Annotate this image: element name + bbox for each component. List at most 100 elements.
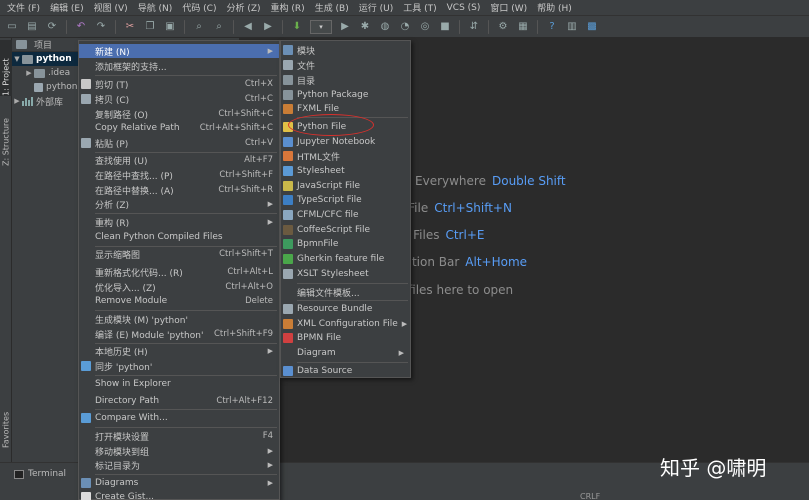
paste-icon[interactable]: ▣ <box>162 19 178 35</box>
new-submenu-item[interactable]: Stylesheet <box>281 164 410 178</box>
context-menu-item[interactable]: 本地历史 (H) ▶ <box>79 344 279 358</box>
replace-icon[interactable]: ⌕ <box>211 19 227 35</box>
collapse-arrow-icon[interactable]: ▶ <box>12 97 22 105</box>
new-submenu-item[interactable]: Gherkin feature file <box>281 252 410 266</box>
menu-item[interactable]: 导航 (N) <box>133 1 178 14</box>
new-submenu-item[interactable]: XML Configuration File ▶ <box>281 317 410 331</box>
menu-item[interactable]: 视图 (V) <box>89 1 133 14</box>
new-submenu-item[interactable]: Python Package <box>281 88 410 102</box>
menu-item[interactable]: VCS (S) <box>442 3 486 13</box>
debug-icon[interactable]: ✱ <box>357 19 373 35</box>
menu-item[interactable]: 文件 (F) <box>2 1 45 14</box>
context-menu-item[interactable]: 拷贝 (C) Ctrl+C <box>79 92 279 106</box>
help-icon[interactable]: ? <box>544 19 560 35</box>
menu-item[interactable]: 工具 (T) <box>398 1 441 14</box>
context-menu-item[interactable]: 查找使用 (U) Alt+F7 <box>79 153 279 167</box>
collapse-arrow-icon[interactable]: ▶ <box>24 69 34 77</box>
save-icon[interactable]: ▤ <box>24 19 40 35</box>
cut-icon[interactable]: ✂ <box>122 19 138 35</box>
sdk-icon[interactable]: ▥ <box>564 19 580 35</box>
new-submenu-item[interactable]: 文件 <box>281 58 410 72</box>
new-submenu-item[interactable]: BpmnFile <box>281 237 410 251</box>
new-submenu-item[interactable]: JavaScript File <box>281 179 410 193</box>
context-menu-item[interactable]: 编译 (E) Module 'python' Ctrl+Shift+F9 <box>79 327 279 341</box>
context-menu-item[interactable]: 添加框架的支持... <box>79 59 279 73</box>
concurrency-icon[interactable]: ◎ <box>417 19 433 35</box>
tab-structure[interactable]: Z: Structure <box>0 104 12 166</box>
new-submenu-item[interactable]: 目录 <box>281 73 410 87</box>
context-menu-item[interactable]: 同步 'python' <box>79 359 279 373</box>
project-structure-icon[interactable]: ▦ <box>515 19 531 35</box>
open-icon[interactable]: ▭ <box>4 19 20 35</box>
context-menu-item[interactable]: 打开模块设置 F4 <box>79 429 279 443</box>
translate-icon[interactable]: ▩ <box>584 19 600 35</box>
menu-item[interactable]: 编辑 (E) <box>45 1 89 14</box>
settings-icon[interactable]: ⚙ <box>495 19 511 35</box>
sync-icon[interactable]: ⟳ <box>44 19 60 35</box>
redo-icon[interactable]: ↷ <box>93 19 109 35</box>
new-submenu-item[interactable]: Resource Bundle <box>281 302 410 316</box>
run-config-select[interactable]: ▾ <box>310 19 332 34</box>
run-icon[interactable]: ▶ <box>337 19 353 35</box>
context-menu-item[interactable]: Compare With... <box>79 411 279 425</box>
menu-item[interactable]: 分析 (Z) <box>221 1 265 14</box>
new-submenu-item[interactable]: Diagram ▶ <box>281 346 410 360</box>
new-submenu-item[interactable]: Jupyter Notebook <box>281 135 410 149</box>
terminal-label: Terminal <box>28 469 67 479</box>
new-submenu-item[interactable]: 模块 <box>281 43 410 57</box>
context-menu-item[interactable]: Clean Python Compiled Files <box>79 230 279 244</box>
menu-item[interactable]: 代码 (C) <box>177 1 221 14</box>
expand-arrow-icon[interactable]: ▼ <box>12 55 22 63</box>
context-menu-item[interactable]: Diagrams ▶ <box>79 476 279 490</box>
line-separator-status[interactable]: CRLF <box>580 492 600 500</box>
context-menu-item[interactable]: 重构 (R) ▶ <box>79 215 279 229</box>
menu-item[interactable]: 帮助 (H) <box>532 1 577 14</box>
context-menu-item[interactable]: 标记目录为 ▶ <box>79 458 279 472</box>
context-menu-item[interactable]: 移动模块到组 ▶ <box>79 444 279 458</box>
copy-icon[interactable]: ❐ <box>142 19 158 35</box>
menu-item[interactable]: 重构 (R) <box>266 1 310 14</box>
tab-project[interactable]: 1: Project <box>0 40 12 96</box>
new-submenu-item[interactable]: Data Source <box>281 364 410 378</box>
project-context-menu: 新建 (N) ▶ 添加框架的支持... 剪切 (T) Ctrl+X 拷贝 (C) Ctrl+… <box>78 40 280 500</box>
new-submenu-item[interactable]: CFML/CFC file <box>281 208 410 222</box>
context-menu-item[interactable]: 重新格式化代码... (R) Ctrl+Alt+L <box>79 265 279 279</box>
build-icon[interactable]: ⬇ <box>289 19 305 35</box>
context-menu-item[interactable]: 在路径中查找... (P) Ctrl+Shift+F <box>79 168 279 182</box>
stop-icon[interactable]: ■ <box>437 19 453 35</box>
tab-terminal[interactable]: Terminal <box>14 467 66 481</box>
file-type-icon <box>283 151 293 161</box>
back-icon[interactable]: ◀ <box>240 19 256 35</box>
menu-item[interactable]: 运行 (U) <box>354 1 398 14</box>
context-menu-item[interactable]: Directory Path Ctrl+Alt+F12 <box>79 394 279 408</box>
forward-icon[interactable]: ▶ <box>260 19 276 35</box>
context-menu-item[interactable]: 优化导入... (Z) Ctrl+Alt+O <box>79 280 279 294</box>
context-menu-item[interactable]: 新建 (N) ▶ <box>79 44 279 58</box>
context-menu-item[interactable]: Copy Relative Path Ctrl+Alt+Shift+C <box>79 121 279 135</box>
undo-icon[interactable]: ↶ <box>73 19 89 35</box>
new-submenu-item[interactable]: XSLT Stylesheet <box>281 267 410 281</box>
vcs-icon[interactable]: ⇵ <box>466 19 482 35</box>
new-submenu-item[interactable]: TypeScript File <box>281 193 410 207</box>
context-menu-item[interactable]: 复制路径 (O) Ctrl+Shift+C <box>79 107 279 121</box>
coverage-icon[interactable]: ◍ <box>377 19 393 35</box>
profile-icon[interactable]: ◔ <box>397 19 413 35</box>
context-menu-item[interactable]: 在路径中替换... (A) Ctrl+Shift+R <box>79 183 279 197</box>
context-menu-item[interactable]: 粘贴 (P) Ctrl+V <box>79 136 279 150</box>
context-menu-item[interactable]: Show in Explorer <box>79 377 279 391</box>
new-submenu-item[interactable]: HTML文件 <box>281 149 410 163</box>
new-submenu-item[interactable]: 编辑文件模板... <box>281 285 410 299</box>
find-icon[interactable]: ⌕ <box>191 19 207 35</box>
menu-item[interactable]: 生成 (B) <box>310 1 354 14</box>
context-menu-item[interactable]: 剪切 (T) Ctrl+X <box>79 77 279 91</box>
context-menu-item[interactable]: 显示缩略图 Ctrl+Shift+T <box>79 247 279 261</box>
new-submenu-item[interactable]: BPMN File <box>281 331 410 345</box>
context-menu-item[interactable]: Remove Module Delete <box>79 294 279 308</box>
context-menu-item[interactable]: 分析 (Z) ▶ <box>79 197 279 211</box>
menu-item[interactable]: 窗口 (W) <box>485 1 532 14</box>
context-menu-item[interactable]: Create Gist... <box>79 490 279 500</box>
new-submenu-item[interactable]: CoffeeScript File <box>281 223 410 237</box>
context-menu-item[interactable]: 生成模块 (M) 'python' <box>79 312 279 326</box>
menu-item-label: 在路径中查找... (P) <box>95 171 173 182</box>
tab-favorites[interactable]: Favorites <box>0 404 12 448</box>
